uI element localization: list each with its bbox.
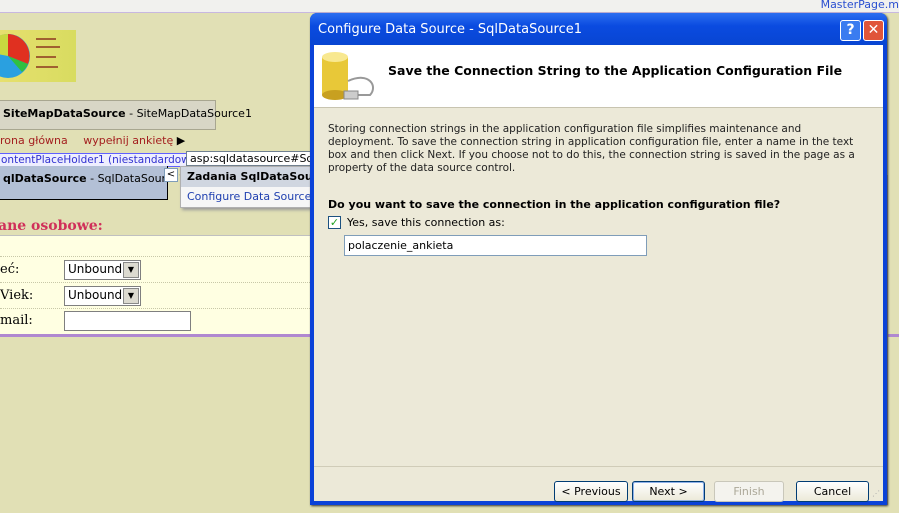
- content-placeholder-tag[interactable]: ontentPlaceHolder1 (niestandardowy): [0, 153, 204, 167]
- breadcrumb-home[interactable]: rona główna: [0, 134, 68, 147]
- previous-button[interactable]: < Previous: [554, 481, 628, 502]
- form-row: mail:: [0, 308, 310, 334]
- select-value: Unbound: [68, 262, 123, 276]
- gender-select[interactable]: Unbound ▼: [64, 260, 141, 280]
- close-button[interactable]: ✕: [863, 20, 884, 41]
- chevron-down-icon: ▼: [123, 262, 139, 278]
- section-title: ane osobowe:: [0, 218, 103, 234]
- control-id: - SiteMapDataSource1: [125, 107, 252, 120]
- database-plug-icon: [322, 52, 375, 100]
- chart-image: [0, 30, 76, 82]
- dialog-title-bar[interactable]: Configure Data Source - SqlDataSource1: [310, 13, 887, 45]
- configure-data-source-dialog: Configure Data Source - SqlDataSource1 ?…: [310, 13, 887, 505]
- next-button[interactable]: Next >: [632, 481, 705, 502]
- control-type: SiteMapDataSource: [3, 107, 126, 120]
- divider: [314, 466, 883, 467]
- smart-tag-chevron-icon[interactable]: <: [164, 168, 178, 182]
- finish-button: Finish: [714, 481, 784, 502]
- wizard-header: Save the Connection String to the Applic…: [314, 45, 883, 108]
- tasks-title: Zadania SqlDataSource: [181, 167, 332, 187]
- control-type: qlDataSource: [3, 172, 87, 185]
- wizard-step-title: Save the Connection String to the Applic…: [388, 63, 843, 78]
- tasks-panel: Zadania SqlDataSource Configure Data Sou…: [180, 166, 332, 208]
- age-select[interactable]: Unbound ▼: [64, 286, 141, 306]
- form-label: Viek:: [0, 288, 34, 303]
- dialog-body: Save the Connection String to the Applic…: [314, 45, 883, 502]
- form-label: mail:: [0, 313, 33, 328]
- form-row: eć: Unbound ▼: [0, 256, 310, 282]
- resize-grip-icon[interactable]: ⋰: [872, 489, 880, 498]
- arrow-right-icon: ▶: [176, 134, 186, 147]
- pie-chart-icon: [0, 33, 60, 78]
- sqldatasource-control[interactable]: qlDataSource - SqlDataSource1: [0, 166, 186, 200]
- cancel-button[interactable]: Cancel: [796, 481, 869, 502]
- form-label: eć:: [0, 262, 20, 277]
- dialog-title: Configure Data Source - SqlDataSource1: [318, 22, 582, 37]
- help-button[interactable]: ?: [840, 20, 861, 41]
- personal-data-form: eć: Unbound ▼ Viek: Unbound ▼ mail:: [0, 236, 310, 336]
- form-row: Viek: Unbound ▼: [0, 282, 310, 308]
- email-field[interactable]: [64, 311, 191, 331]
- breadcrumb-survey[interactable]: wypełnij ankietę: [83, 134, 173, 147]
- chevron-down-icon: ▼: [123, 288, 139, 304]
- save-question: Do you want to save the connection in th…: [328, 198, 781, 211]
- save-connection-label[interactable]: Yes, save this connection as:: [347, 216, 505, 229]
- select-value: Unbound: [68, 288, 123, 302]
- designer-edge: [887, 175, 899, 505]
- sitemapdatasource-control[interactable]: SiteMapDataSource - SiteMapDataSource1: [0, 100, 252, 130]
- breadcrumb: rona główna wypełnij ankietę ▶: [0, 134, 185, 147]
- connection-name-input[interactable]: polaczenie_ankieta: [344, 235, 647, 256]
- configure-data-source-link[interactable]: Configure Data Source...: [181, 187, 322, 206]
- sqldatasource-tag[interactable]: asp:sqldatasource#Sql: [186, 151, 316, 166]
- description-text: Storing connection strings in the applic…: [328, 123, 855, 174]
- save-connection-checkbox[interactable]: ✓: [328, 216, 341, 229]
- document-tab-strip: MasterPage.m: [0, 0, 899, 13]
- tab-masterpage[interactable]: MasterPage.m: [821, 0, 899, 11]
